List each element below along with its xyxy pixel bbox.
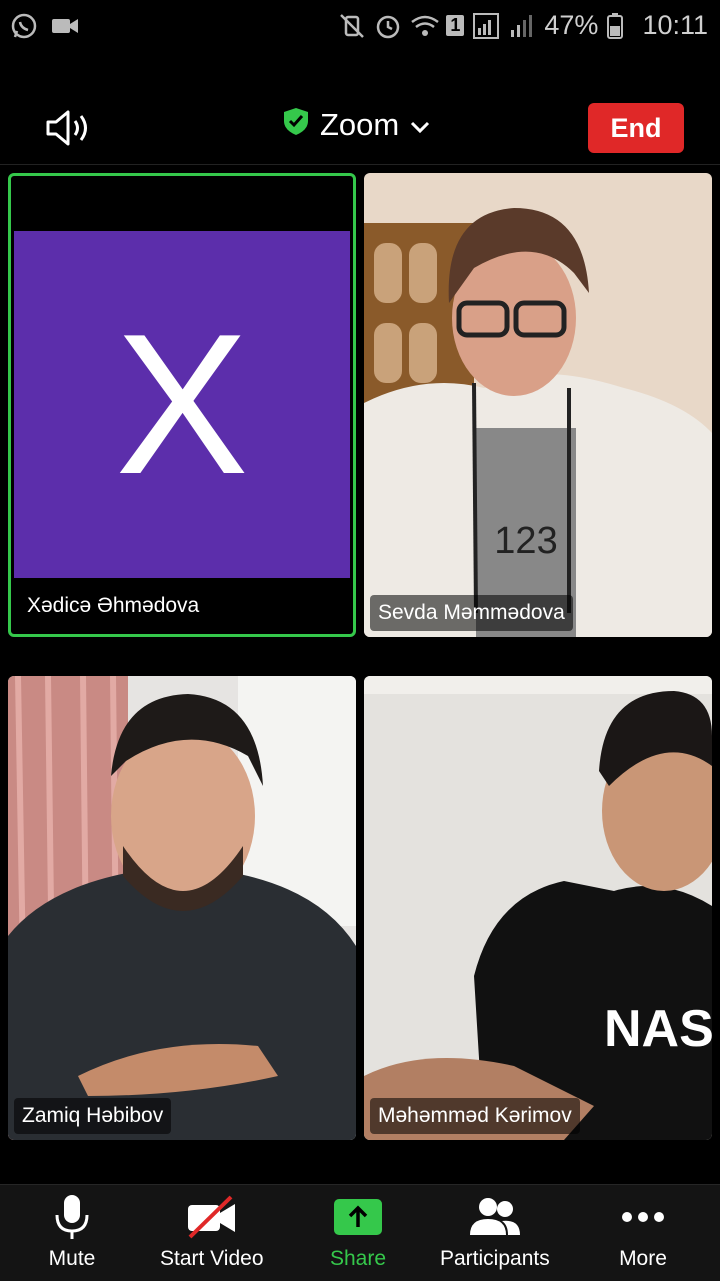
more-button[interactable]: More <box>615 1193 671 1271</box>
participants-icon <box>467 1193 523 1241</box>
participant-name: Məhəmməd Kərimov <box>370 1098 580 1134</box>
svg-text:123: 123 <box>494 520 557 562</box>
alarm-icon <box>374 12 402 40</box>
participants-label: Participants <box>440 1247 550 1270</box>
participant-tile[interactable]: NAS Məhəmməd Kərimov <box>364 676 712 1140</box>
participant-tile[interactable]: 123 Sevda Məmmədova <box>364 173 712 637</box>
video-feed: NAS <box>364 676 712 1140</box>
share-arrow-icon <box>330 1193 386 1241</box>
sim-badge: 1 <box>446 15 465 36</box>
end-meeting-button[interactable]: End <box>588 103 684 153</box>
avatar: X <box>14 231 350 578</box>
participant-name: Zamiq Həbibov <box>14 1098 172 1134</box>
more-dots-icon <box>615 1193 671 1241</box>
shield-check-icon <box>282 106 310 144</box>
battery-percent: 47% <box>544 10 599 40</box>
meeting-header: Zoom End <box>0 90 720 165</box>
speaker-icon[interactable] <box>44 108 94 148</box>
mute-button[interactable]: Mute <box>44 1193 100 1271</box>
video-feed: 123 <box>364 173 712 637</box>
participants-button[interactable]: Participants <box>440 1193 550 1271</box>
signal-1-icon <box>472 12 500 40</box>
chevron-down-icon <box>409 107 431 143</box>
signal-2-icon <box>508 12 536 40</box>
svg-text:NAS: NAS <box>604 1000 712 1058</box>
mute-label: Mute <box>48 1247 96 1270</box>
participant-name: Sevda Məmmədova <box>370 595 573 631</box>
participant-tile[interactable]: Zamiq Həbibov <box>8 676 356 1140</box>
meeting-toolbar: Mute Start Video Share Participants More <box>0 1184 720 1281</box>
meeting-title: Zoom <box>320 107 400 142</box>
vibrate-mute-icon <box>338 12 366 40</box>
start-video-button[interactable]: Start Video <box>160 1193 264 1271</box>
video-off-icon <box>184 1193 240 1241</box>
wifi-icon <box>410 12 440 40</box>
share-button[interactable]: Share <box>330 1193 386 1271</box>
start-video-label: Start Video <box>160 1247 264 1270</box>
status-bar: 1 47% 10:11 <box>0 0 720 52</box>
video-notification-icon <box>50 12 78 40</box>
avatar-initial: X <box>115 292 249 516</box>
microphone-icon <box>44 1193 100 1241</box>
meeting-title-dropdown[interactable]: Zoom <box>282 106 431 144</box>
battery-icon <box>606 12 634 40</box>
share-label: Share <box>330 1247 387 1270</box>
more-label: More <box>619 1247 667 1270</box>
whatsapp-icon <box>10 12 38 40</box>
video-feed <box>8 676 356 1140</box>
participant-tile[interactable]: X Xədicə Əhmədova <box>8 173 356 637</box>
clock: 10:11 <box>642 10 708 40</box>
participant-name: Xədicə Əhmədova <box>27 594 200 617</box>
